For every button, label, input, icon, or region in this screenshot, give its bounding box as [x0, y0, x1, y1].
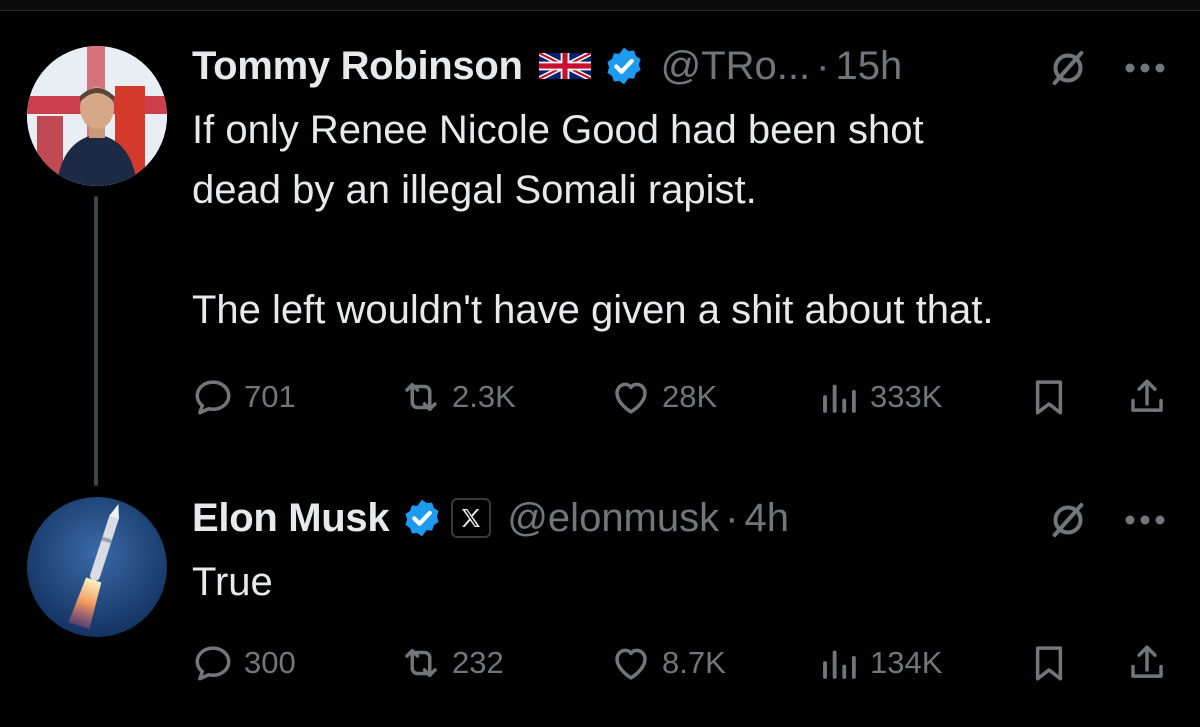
uk-flag-icon — [538, 53, 591, 79]
views-button[interactable]: 333K — [818, 376, 942, 418]
author-handle[interactable]: @elonmusk — [507, 496, 719, 541]
post-timestamp[interactable]: 4h — [744, 496, 789, 541]
separator-dot: · — [725, 495, 739, 540]
share-icon[interactable] — [1126, 376, 1168, 418]
grok-icon[interactable] — [1048, 48, 1088, 88]
like-count: 28K — [662, 379, 718, 414]
post-text-paragraph: The left wouldn't have given a shit abou… — [192, 288, 994, 332]
reply-icon — [195, 380, 231, 415]
post-text: If only Renee Nicole Good had been shot … — [192, 100, 1176, 340]
reply-icon — [195, 646, 231, 681]
thread-connector-line — [94, 196, 98, 486]
reply-post: Elon Musk @elonmusk · 4h True — [192, 492, 1176, 612]
reply-button[interactable]: 701 — [192, 376, 296, 418]
repost-button[interactable]: 232 — [400, 642, 504, 684]
reply-count: 701 — [244, 379, 296, 414]
bookmark-icon[interactable] — [1028, 376, 1070, 418]
parent-post: Tommy Robinson @TRo... · 15h If only Ren… — [192, 40, 1176, 340]
top-divider — [0, 0, 1200, 11]
post-header: Elon Musk @elonmusk · 4h — [192, 492, 1176, 544]
post-timestamp[interactable]: 15h — [835, 44, 902, 89]
analytics-icon — [823, 384, 856, 413]
verified-badge-icon — [606, 47, 641, 85]
bookmark-icon[interactable] — [1028, 642, 1070, 684]
x-logo-icon[interactable] — [451, 498, 492, 538]
repost-count: 2.3K — [452, 379, 516, 414]
separator-dot: · — [816, 43, 830, 88]
like-count: 8.7K — [662, 645, 726, 680]
reply-action-bar: 300 232 8.7K 134K — [192, 638, 1182, 688]
post-header: Tommy Robinson @TRo... · 15h — [192, 40, 1176, 92]
repost-icon — [405, 649, 437, 677]
heart-icon — [615, 648, 647, 680]
views-button[interactable]: 134K — [818, 642, 942, 684]
view-count: 134K — [870, 645, 943, 680]
like-button[interactable]: 28K — [610, 376, 717, 418]
repost-icon — [405, 383, 437, 411]
analytics-icon — [823, 650, 856, 679]
author-name[interactable]: Elon Musk — [192, 496, 390, 541]
share-icon[interactable] — [1126, 642, 1168, 684]
heart-icon — [615, 382, 647, 414]
verified-badge-icon — [405, 499, 439, 537]
post-text: True — [192, 552, 1176, 612]
reply-button[interactable]: 300 — [192, 642, 296, 684]
more-options-icon[interactable] — [1124, 62, 1166, 74]
repost-button[interactable]: 2.3K — [400, 376, 516, 418]
parent-action-bar: 701 2.3K 28K 333K — [192, 372, 1182, 422]
grok-icon[interactable] — [1048, 500, 1088, 540]
author-handle[interactable]: @TRo... — [661, 44, 811, 89]
avatar-tommy-robinson[interactable] — [27, 46, 167, 186]
avatar-elon-musk[interactable] — [27, 497, 167, 637]
view-count: 333K — [870, 379, 943, 414]
reply-count: 300 — [244, 645, 296, 680]
author-name[interactable]: Tommy Robinson — [192, 44, 523, 89]
like-button[interactable]: 8.7K — [610, 642, 726, 684]
repost-count: 232 — [452, 645, 504, 680]
post-text-paragraph: True — [192, 560, 273, 604]
more-options-icon[interactable] — [1124, 514, 1166, 526]
post-text-paragraph: If only Renee Nicole Good had been shot … — [192, 108, 924, 212]
